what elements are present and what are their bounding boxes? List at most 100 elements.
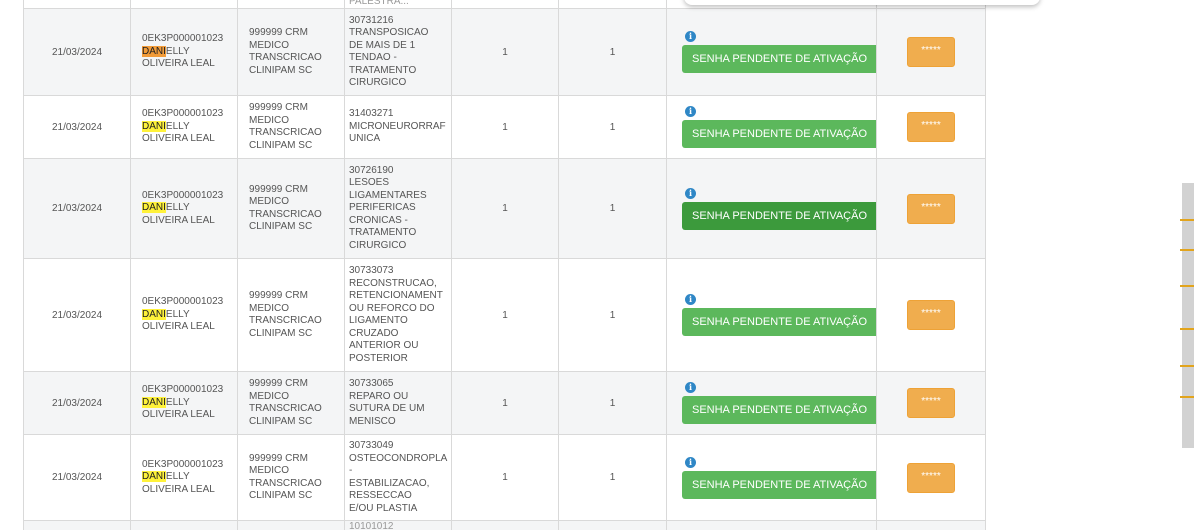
doctor-line: CLINIPAM SC	[249, 415, 313, 427]
doctor-line: TRANSCRICAO	[249, 477, 322, 489]
password-button[interactable]: *****	[907, 388, 955, 418]
procedure-line: MICRONEURORRAF	[349, 120, 446, 132]
qty-authorized-cell: 1	[558, 371, 667, 435]
info-icon[interactable]: i	[685, 106, 696, 117]
password-button[interactable]: *****	[907, 37, 955, 67]
status-cell: i SENHA PENDENTE DE ATIVAÇÃO	[666, 95, 877, 159]
patient-cell: 0EK3P000001023 DANIELLY OLIVEIRA LEAL	[130, 95, 238, 159]
procedure-line: OSTEOCONDROPLA	[349, 452, 448, 464]
password-cell: *****	[876, 95, 986, 159]
qty-requested-cell: 1	[451, 371, 559, 435]
procedure-cell-partial: PALESTRA...	[344, 0, 452, 9]
scroll-match-marker	[1180, 396, 1194, 398]
procedure-cell: 30726190 LESOES LIGAMENTARES PERIFERICAS CRO…	[344, 158, 452, 259]
procedure-line: 30733073	[349, 265, 394, 276]
patient-name: ELLY	[165, 471, 190, 483]
status-button[interactable]: SENHA PENDENTE DE ATIVAÇÃO	[682, 396, 876, 424]
procedure-cell: 30731216 TRANSPOSICAO DE MAIS DE 1 TENDAO -…	[344, 8, 452, 96]
status-button[interactable]: SENHA PENDENTE DE ATIVAÇÃO	[682, 470, 876, 499]
procedure-line: LESOES	[349, 177, 390, 189]
password-cell: *****	[876, 158, 986, 259]
patient-surname: OLIVEIRA LEAL	[142, 58, 215, 70]
password-button[interactable]: *****	[907, 112, 955, 142]
patient-code: 0EK3P000001023	[142, 296, 224, 308]
doctor-line: TRANSCRICAO	[249, 315, 322, 326]
scroll-match-marker	[1180, 328, 1194, 330]
doctor-line: CLINIPAM SC	[249, 139, 313, 151]
patient-name: ELLY	[165, 308, 190, 320]
procedure-cell: 30733049 OSTEOCONDROPLA - ESTABILIZACAO, RES…	[344, 434, 452, 521]
qty-authorized-cell: 1	[558, 158, 667, 259]
procedure-line: CRONICAS -	[349, 214, 408, 226]
qty-requested-cell: 1	[451, 8, 559, 96]
status-cell: i SENHA PENDENTE DE ATIVAÇÃO	[666, 371, 877, 435]
doctor-cell: 999999 CRM MEDICO TRANSCRICAO CLINIPAM SC	[237, 95, 345, 159]
procedure-line: E/OU PLASTIA	[349, 502, 418, 514]
doctor-line: 999999 CRM	[249, 27, 308, 38]
table-row: 21/03/2024 0EK3P000001023 DANIELLY OLIVEIRA…	[23, 434, 986, 521]
doctor-line: MEDICO	[249, 196, 289, 207]
search-highlight: DANI	[142, 120, 166, 132]
procedure-line: CIRURGICO	[349, 77, 407, 88]
procedure-cell-partial: 10101012	[344, 520, 452, 530]
doctor-line: TRANSCRICAO	[249, 52, 322, 63]
procedure-line: SUTURA DE UM	[349, 403, 425, 414]
search-highlight: DANI	[142, 202, 166, 214]
password-cell: *****	[876, 8, 986, 96]
doctor-line: TRANSCRICAO	[249, 208, 322, 220]
procedure-line: CRUZADO	[349, 327, 399, 339]
doctor-cell: 999999 CRM MEDICO TRANSCRICAO CLINIPAM SC	[237, 434, 345, 521]
patient-surname: OLIVEIRA LEAL	[142, 409, 215, 421]
info-icon[interactable]: i	[685, 294, 696, 305]
procedure-line: 30733065	[349, 378, 394, 389]
procedure-line: POSTERIOR	[349, 352, 408, 364]
status-button[interactable]: SENHA PENDENTE DE ATIVAÇÃO	[682, 45, 876, 73]
scrollbar-thumb[interactable]	[1182, 183, 1194, 448]
status-cell: i SENHA PENDENTE DE ATIVAÇÃO	[666, 8, 877, 96]
password-button[interactable]: *****	[907, 462, 955, 493]
patient-cell: 0EK3P000001023 DANIELLY OLIVEIRA LEAL	[130, 158, 238, 259]
patient-surname: OLIVEIRA LEAL	[142, 483, 215, 495]
procedure-cell: 30733073 RECONSTRUCAO, RETENCIONAMENT OU RE…	[344, 258, 452, 372]
qty-requested-cell: 1	[451, 95, 559, 159]
procedure-line: TENDAO -	[349, 52, 397, 63]
table-body: PALESTRA... 21/03/2024 0EK3P000001023 DANI…	[23, 0, 986, 530]
date-cell: 21/03/2024	[23, 434, 131, 521]
password-button[interactable]: *****	[907, 300, 955, 330]
doctor-line: 999999 CRM	[249, 378, 308, 389]
info-icon[interactable]: i	[685, 187, 696, 199]
status-button[interactable]: SENHA PENDENTE DE ATIVAÇÃO	[682, 308, 876, 336]
patient-cell: 0EK3P000001023 DANIELLY OLIVEIRA LEAL	[130, 8, 238, 96]
procedure-line: REPARO OU	[349, 390, 409, 402]
password-button[interactable]: *****	[907, 193, 955, 224]
date-cell: 21/03/2024	[23, 371, 131, 435]
search-highlight: DANI	[142, 308, 166, 320]
qty-authorized-cell: 1	[558, 258, 667, 372]
scroll-match-marker	[1180, 219, 1194, 221]
doctor-cell: 999999 CRM MEDICO TRANSCRICAO CLINIPAM SC	[237, 158, 345, 259]
patient-surname: OLIVEIRA LEAL	[142, 214, 215, 226]
procedure-line: RESSECCAO	[349, 490, 412, 501]
procedure-line: CIRURGICO	[349, 239, 407, 251]
info-icon[interactable]: i	[685, 456, 696, 468]
info-icon[interactable]: i	[685, 382, 696, 393]
search-highlight: DANI	[142, 396, 166, 408]
doctor-line: 999999 CRM	[249, 290, 308, 301]
table-row: 21/03/2024 0EK3P000001023 DANIELLY OLIVEIRA…	[23, 8, 986, 96]
date-cell: 21/03/2024	[23, 95, 131, 159]
qty-requested-cell: 1	[451, 158, 559, 259]
qty-authorized-cell: 1	[558, 95, 667, 159]
info-icon[interactable]: i	[685, 31, 696, 42]
status-button[interactable]: SENHA PENDENTE DE ATIVAÇÃO	[682, 201, 876, 230]
procedure-line: ESTABILIZACAO,	[349, 477, 430, 489]
doctor-line: MEDICO	[249, 114, 289, 126]
qty-requested-cell: 1	[451, 434, 559, 521]
procedure-line: RECONSTRUCAO,	[349, 277, 437, 289]
doctor-line: MEDICO	[249, 465, 289, 476]
status-button[interactable]: SENHA PENDENTE DE ATIVAÇÃO	[682, 120, 876, 148]
password-cell: *****	[876, 434, 986, 521]
procedure-line: TRATAMENTO	[349, 227, 417, 239]
procedure-line: LIGAMENTO	[349, 315, 408, 326]
doctor-cell: 999999 CRM MEDICO TRANSCRICAO CLINIPAM SC	[237, 371, 345, 435]
table-row-partial-bottom: 10101012	[23, 520, 986, 530]
